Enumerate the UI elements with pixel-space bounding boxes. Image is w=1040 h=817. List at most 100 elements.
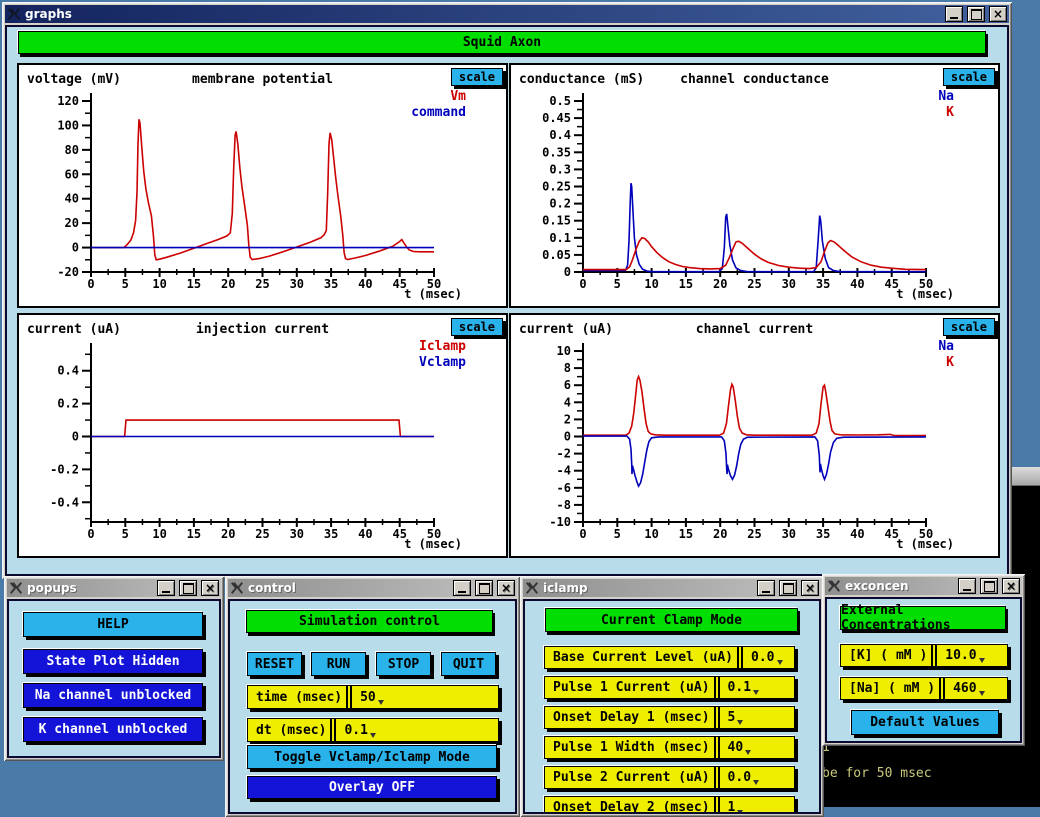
pulse-1-width-msec-field-input[interactable]: 40 [722, 740, 744, 755]
close-button[interactable]: × [989, 6, 1007, 22]
maximize-button[interactable] [967, 6, 985, 22]
run-button[interactable]: RUN [311, 652, 366, 676]
svg-text:0: 0 [87, 527, 94, 541]
control-content: Simulation controlRESETRUNSTOPQUITtime (… [228, 599, 517, 814]
scale-button-channel-conductance[interactable]: scale [943, 68, 995, 86]
base-current-level-ua-field-input[interactable]: 0.0 [745, 650, 774, 665]
exconcen-window: exconcen × External Concentrations[K] ( … [822, 574, 1025, 746]
popups-button-help[interactable]: HELP [23, 612, 203, 637]
plot-panel-injection-current: 05101520253035404550-0.4-0.200.20.4t (ms… [17, 313, 508, 558]
scale-button-injection-current[interactable]: scale [451, 318, 503, 336]
pulse-1-current-ua-field-label: Pulse 1 Current (uA) [545, 680, 714, 695]
plot-legend-channel-conductance: NaK [938, 89, 954, 121]
control-titlebar[interactable]: control × [228, 579, 517, 597]
svg-text:40: 40 [850, 277, 864, 291]
svg-text:t (msec): t (msec) [404, 537, 462, 551]
minimize-button[interactable] [945, 6, 963, 22]
quit-button[interactable]: QUIT [441, 652, 496, 676]
plot-title-membrane-potential: membrane potential [99, 72, 426, 87]
text-caret [777, 660, 783, 665]
default-values-button[interactable]: Default Values [851, 710, 999, 735]
pulse-1-current-ua-field-input[interactable]: 0.1 [722, 680, 751, 695]
x11-logo-icon [525, 581, 539, 595]
maximize-button[interactable] [980, 578, 998, 594]
exconcen-titlebar[interactable]: exconcen × [825, 577, 1022, 595]
k-mm-field-input[interactable]: 10.0 [939, 648, 976, 663]
control-window: control × Simulation controlRESETRUNSTOP… [225, 576, 520, 817]
time-field-input[interactable]: 50 [354, 690, 376, 705]
svg-text:-4: -4 [557, 464, 571, 478]
svg-text:25: 25 [255, 527, 269, 541]
svg-text:35: 35 [324, 277, 338, 291]
k-mm-field: [K] ( mM )10.0 [840, 644, 1008, 667]
graphs-titlebar[interactable]: graphs × [5, 5, 1009, 23]
maximize-button[interactable] [179, 580, 197, 596]
field-separator [714, 737, 720, 758]
svg-text:0: 0 [579, 527, 586, 541]
legend-entry-na: Na [938, 89, 954, 105]
svg-text:80: 80 [65, 143, 79, 157]
svg-text:40: 40 [358, 277, 372, 291]
close-button[interactable]: × [801, 580, 819, 596]
svg-text:20: 20 [221, 527, 235, 541]
svg-text:t (msec): t (msec) [404, 287, 462, 301]
svg-text:0.15: 0.15 [542, 214, 571, 228]
svg-text:-6: -6 [557, 481, 571, 495]
pulse-2-current-ua-field-input[interactable]: 0.0 [722, 770, 751, 785]
graphs-window: graphs × Squid Axon 05101520253035404550… [2, 2, 1012, 579]
scale-button-channel-current[interactable]: scale [943, 318, 995, 336]
minimize-button[interactable] [453, 580, 471, 596]
series-na [583, 183, 926, 272]
pulse-1-current-ua-field: Pulse 1 Current (uA) 0.1 [544, 676, 795, 699]
popups-button-k-channel-unblocked[interactable]: K channel unblocked [23, 717, 203, 742]
close-button[interactable]: × [1002, 578, 1020, 594]
svg-text:0.4: 0.4 [57, 364, 79, 378]
plot-title-injection-current: injection current [99, 322, 426, 337]
maximize-button[interactable] [475, 580, 493, 596]
iclamp-window: iclamp × Current Clamp ModeBase Current … [520, 576, 824, 817]
minimize-button[interactable] [157, 580, 175, 596]
onset-delay-2-msec-field-input[interactable]: 1 [722, 800, 736, 814]
minimize-button[interactable] [958, 578, 976, 594]
stop-button[interactable]: STOP [376, 652, 431, 676]
svg-text:10: 10 [644, 527, 658, 541]
field-separator [714, 797, 720, 814]
desktop: { "colors":{"green":"#00dd00","cyan":"#2… [0, 0, 1040, 803]
svg-text:20: 20 [713, 277, 727, 291]
svg-text:15: 15 [187, 277, 201, 291]
plot-panel-membrane-potential: 05101520253035404550-20020406080100120t … [17, 63, 508, 308]
toggle-vclamp-iclamp-button[interactable]: Toggle Vclamp/Iclamp Mode [247, 745, 497, 769]
svg-text:25: 25 [747, 277, 761, 291]
svg-text:30: 30 [782, 527, 796, 541]
popups-button-na-channel-unblocked[interactable]: Na channel unblocked [23, 683, 203, 708]
svg-text:5: 5 [614, 527, 621, 541]
text-caret [745, 750, 751, 755]
reset-button[interactable]: RESET [247, 652, 302, 676]
svg-text:0.25: 0.25 [542, 180, 571, 194]
scale-button-membrane-potential[interactable]: scale [451, 68, 503, 86]
legend-entry-vclamp: Vclamp [419, 355, 466, 371]
overlay-off-button[interactable]: Overlay OFF [247, 776, 497, 799]
na-mm-field-input[interactable]: 460 [947, 681, 976, 696]
onset-delay-1-msec-field-input[interactable]: 5 [722, 710, 736, 725]
na-mm-field-label: [Na] ( mM ) [841, 681, 939, 696]
maximize-button[interactable] [779, 580, 797, 596]
dt-field-input[interactable]: 0.1 [338, 723, 367, 738]
minimize-button[interactable] [757, 580, 775, 596]
svg-text:40: 40 [850, 527, 864, 541]
plot-panel-channel-current: 05101520253035404550-10-8-6-4-20246810t … [509, 313, 1000, 558]
svg-text:0.2: 0.2 [549, 197, 571, 211]
close-button[interactable]: × [497, 580, 515, 596]
text-caret [378, 700, 384, 705]
popups-titlebar[interactable]: popups × [7, 579, 221, 597]
pulse-1-width-msec-field: Pulse 1 Width (msec)40 [544, 736, 795, 759]
iclamp-titlebar[interactable]: iclamp × [523, 579, 821, 597]
pulse-2-current-ua-field: Pulse 2 Current (uA)0.0 [544, 766, 795, 789]
svg-text:30: 30 [782, 277, 796, 291]
close-button[interactable]: × [201, 580, 219, 596]
popups-button-state-plot-hidden[interactable]: State Plot Hidden [23, 649, 203, 674]
text-caret [979, 691, 985, 696]
svg-text:35: 35 [816, 527, 830, 541]
svg-text:20: 20 [221, 277, 235, 291]
iclamp-content: Current Clamp ModeBase Current Level (uA… [523, 599, 821, 814]
